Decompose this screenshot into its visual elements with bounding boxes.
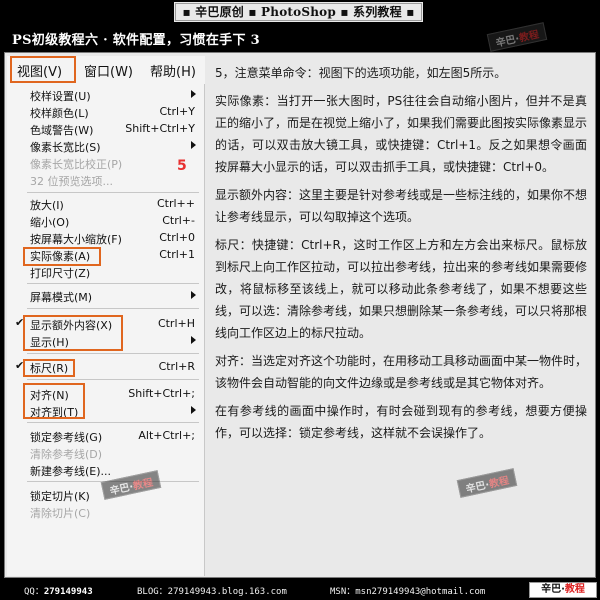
footer-qq: QQ：279149943 [24,587,93,597]
menu-item[interactable]: 校样颜色(L) Ctrl+Y [7,104,205,121]
menu-item[interactable]: 像素长宽比(S) [7,138,205,155]
annotation-number: 5 [177,158,187,174]
menu-help[interactable]: 帮助(H) [150,61,196,80]
paragraph: 对齐：当选定对齐这个功能时，在用移动工具移动画面中某一物件时，该物件会自动智能的… [215,354,588,390]
menu-item-label: 锁定参考线(G) [30,431,103,444]
menu-item-label: 像素长宽比校正(P) [30,158,123,171]
menu-separator [27,283,199,284]
menu-item[interactable]: 校样设置(U) [7,87,205,104]
menu-item[interactable]: 锁定参考线(G) Alt+Ctrl+; [7,428,205,445]
menu-item-label: 打印尺寸(Z) [30,267,91,280]
menu-item[interactable]: 缩小(O) Ctrl+- [7,213,205,230]
menu-separator [27,422,199,423]
menu-item[interactable]: 屏幕模式(M) [7,288,205,305]
menu-item-shortcut: Ctrl+- [162,214,195,227]
menu-item-label: 缩小(O) [30,216,70,229]
menu-separator [27,192,199,193]
menu-item-shortcut: Ctrl+1 [159,248,195,261]
menu-item-label: 放大(I) [30,199,64,212]
menu-item-shortcut: Shift+Ctrl+; [128,387,195,400]
menu-item-label: 清除参考线(D) [30,448,103,461]
menu-separator [27,379,199,380]
top-banner: ▪ 辛巴原创 ▪ PhotoShop ▪ 系列教程 ▪ [0,0,600,24]
highlight-box-snap [23,383,85,419]
menu-item-label: 像素长宽比(S) [30,141,101,154]
menu-item[interactable]: 放大(I) Ctrl++ [7,196,205,213]
menu-item-shortcut: Ctrl+H [157,317,195,330]
menu-item-shortcut: Ctrl+0 [159,231,195,244]
menu-item-shortcut: Ctrl++ [156,197,195,210]
highlight-box-actual-pixels [23,247,101,266]
menu-separator [27,353,199,354]
submenu-arrow-icon [191,336,196,344]
submenu-arrow-icon [191,291,196,299]
menu-item[interactable]: 按屏幕大小缩放(F) Ctrl+0 [7,230,205,247]
menu-item-label: 校样颜色(L) [30,107,89,120]
menu-item: 清除参考线(D) [7,445,205,462]
paragraph: 实际像素：当打开一张大图时，PS往往会自动缩小图片，但并不是真正的缩小了，而是在… [215,94,588,174]
submenu-arrow-icon [191,90,196,98]
page-title: PS初级教程六 · 软件配置，习惯在手下 3 [12,33,260,48]
menu-item-label: 校样设置(U) [30,90,91,103]
menu-item-shortcut: Ctrl+Y [159,105,195,118]
article-text: 5，注意菜单命令：视图下的选项功能，如左图5所示。 实际像素：当打开一张大图时，… [215,62,587,450]
menu-item-shortcut: Ctrl+R [158,360,195,373]
menu-item: 32 位预览选项... [7,172,205,189]
menu-window[interactable]: 窗口(W) [84,61,133,80]
menu-item[interactable]: 新建参考线(E)... [7,462,205,479]
menu-item-label: 清除切片(C) [30,507,91,520]
paragraph: 在有参考线的画面中操作时，有时会碰到现有的参考线，想要方便操作，可以选择：锁定参… [215,404,587,440]
menu-item-shortcut: Alt+Ctrl+; [138,429,195,442]
paragraph: 5，注意菜单命令：视图下的选项功能，如左图5所示。 [215,66,507,80]
footer-logo: 辛巴·教程 [529,582,597,598]
menu-item-label: 锁定切片(K) [30,490,90,503]
menu-item[interactable]: 色域警告(W) Shift+Ctrl+Y [7,121,205,138]
footer-blog: BLOG：279149943.blog.163.com [137,587,287,597]
menu-item-label: 按屏幕大小缩放(F) [30,233,122,246]
highlight-box-view [10,56,76,83]
menu-item-label: 色域警告(W) [30,124,94,137]
menu-item-label: 32 位预览选项... [30,175,113,188]
menu-item: 清除切片(C) [7,504,205,521]
menu-item-label: 屏幕模式(M) [30,291,93,304]
header-bar: PS初级教程六 · 软件配置，习惯在手下 3 辛巴· 教程 [4,22,596,52]
footer-msn: MSN：msn279149943@hotmail.com [330,587,486,597]
paragraph: 显示额外内容：这里主要是针对参考线或是一些标注线的，如果你不想让参考线显示，可以… [215,188,588,224]
menu-item: 像素长宽比校正(P) [7,155,205,172]
view-menu: 视图(V) 窗口(W) 帮助(H) 校样设置(U) 校样颜色(L) Ctrl+Y 色域… [7,56,205,576]
highlight-box-rulers [23,359,75,377]
footer-bar: QQ：279149943 BLOG：279149943.blog.163.com… [0,580,600,600]
menu-item-label: 新建参考线(E)... [30,465,112,478]
menu-separator [27,308,199,309]
submenu-arrow-icon [191,406,196,414]
banner-title: ▪ 辛巴原创 ▪ PhotoShop ▪ 系列教程 ▪ [174,2,423,22]
paragraph: 标尺：快捷键：Ctrl+R，这时工作区上方和左方会出来标尺。鼠标放到标尺上向工作… [215,238,588,340]
watermark-stamp-header: 辛巴· 教程 [486,22,548,52]
menu-item[interactable]: 打印尺寸(Z) [7,264,205,281]
submenu-arrow-icon [191,141,196,149]
highlight-box-show-extras [23,315,123,351]
menu-item-shortcut: Shift+Ctrl+Y [125,122,195,135]
